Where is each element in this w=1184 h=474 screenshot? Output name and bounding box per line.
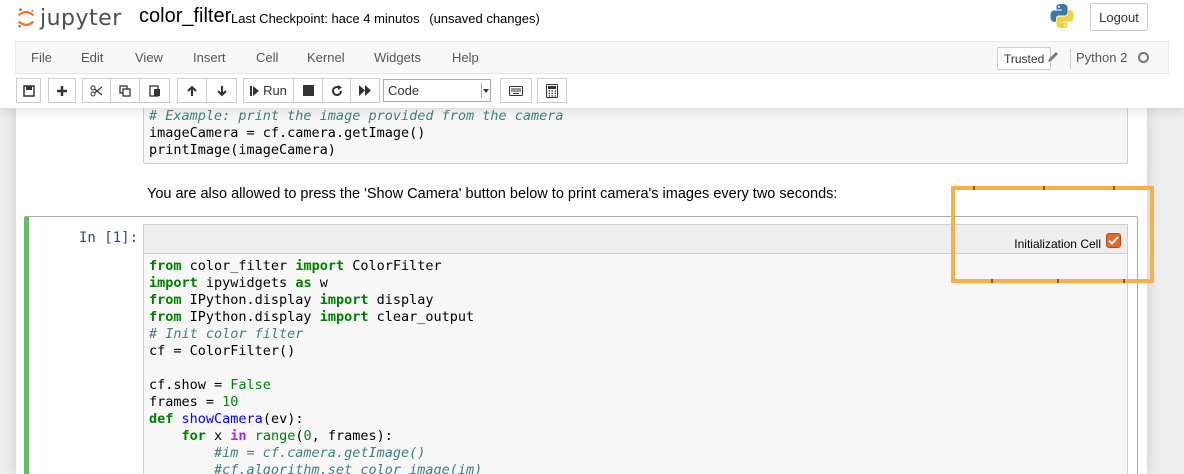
save-button[interactable] xyxy=(16,78,41,103)
trusted-button[interactable]: Trusted xyxy=(997,47,1052,70)
python-logo-icon xyxy=(1050,4,1074,28)
code-line: frames = 10 xyxy=(149,394,239,410)
menu-kernel[interactable]: Kernel xyxy=(307,50,345,65)
code-line: #cf.algorithm.set_color_image(im) xyxy=(149,462,483,474)
kernel-name[interactable]: Python 2 xyxy=(1076,50,1127,65)
calculator-icon xyxy=(546,83,558,98)
initialization-cell-checkbox[interactable] xyxy=(1106,233,1121,248)
run-label: Run xyxy=(263,83,287,98)
edit-pencil-icon[interactable] xyxy=(1046,50,1060,64)
menubar: File Edit View Insert Cell Kernel Widget… xyxy=(15,41,1169,74)
paste-button[interactable] xyxy=(140,78,170,103)
code-editor[interactable]: from color_filter import ColorFilter imp… xyxy=(143,253,1128,474)
insert-cell-button[interactable] xyxy=(48,78,76,103)
notebook-header: jupyter color_filter Last Checkpoint: ha… xyxy=(0,0,1184,108)
kernel-divider xyxy=(1070,49,1071,69)
jupyter-logo[interactable]: jupyter xyxy=(16,3,122,33)
arrow-up-icon xyxy=(187,85,197,96)
code-line: imageCamera = cf.camera.getImage() xyxy=(149,125,426,141)
step-forward-icon xyxy=(250,85,260,96)
scissors-icon xyxy=(90,85,103,96)
arrow-down-icon xyxy=(216,85,227,96)
code-line: printImage(imageCamera) xyxy=(149,142,336,158)
code-line: #im = cf.camera.getImage() xyxy=(149,445,426,461)
cut-button[interactable] xyxy=(82,78,111,103)
code-line: # Init color filter xyxy=(149,326,304,342)
cell-type-value: Code xyxy=(388,83,420,98)
unsaved-indicator: (unsaved changes) xyxy=(429,11,540,26)
previous-code-cell[interactable]: # Example: print the image provided from… xyxy=(143,108,1128,164)
restart-run-all-button[interactable] xyxy=(351,78,380,103)
jupyter-logo-text: jupyter xyxy=(40,5,122,31)
checkpoint-status: Last Checkpoint: hace 4 minutos (unsaved… xyxy=(231,11,540,26)
chevron-down-icon xyxy=(481,83,489,98)
kernel-idle-indicator-icon xyxy=(1138,52,1149,63)
code-line: cf = ColorFilter() xyxy=(149,343,296,359)
calculator-button[interactable] xyxy=(537,78,567,103)
notebook-name[interactable]: color_filter xyxy=(139,5,231,28)
initialization-cell-label: Initialization Cell xyxy=(1014,237,1101,251)
checkpoint-text: Last Checkpoint: hace 4 minutos xyxy=(231,11,420,26)
notebook-container: # Example: print the image provided from… xyxy=(16,108,1147,474)
code-line: from IPython.display import display xyxy=(149,292,434,308)
move-down-button[interactable] xyxy=(207,78,237,103)
command-palette-button[interactable] xyxy=(500,78,532,103)
restart-icon xyxy=(331,84,342,96)
menu-file[interactable]: File xyxy=(31,50,52,65)
copy-icon xyxy=(119,84,131,97)
input-prompt: In [1]: xyxy=(79,230,139,246)
code-line: # Example: print the image provided from… xyxy=(149,108,564,124)
plus-icon xyxy=(57,85,67,96)
menu-insert[interactable]: Insert xyxy=(193,50,226,65)
jupyter-logo-icon xyxy=(17,8,35,28)
run-button[interactable]: Run xyxy=(243,78,294,103)
code-line: cf.show = False xyxy=(149,377,271,393)
menu-edit[interactable]: Edit xyxy=(81,50,103,65)
keyboard-icon xyxy=(509,85,523,96)
checkmark-icon xyxy=(1108,236,1119,245)
move-up-button[interactable] xyxy=(177,78,207,103)
save-icon xyxy=(22,84,35,97)
restart-button[interactable] xyxy=(323,78,351,103)
menu-cell[interactable]: Cell xyxy=(256,50,278,65)
logout-button[interactable]: Logout xyxy=(1090,3,1148,31)
code-line: for x in range(0, frames): xyxy=(181,428,393,444)
main-toolbar: Run Code xyxy=(0,78,1184,104)
code-line: import ipywidgets as w xyxy=(149,275,328,291)
code-line: def showCamera(ev): xyxy=(149,411,304,427)
menu-view[interactable]: View xyxy=(135,50,163,65)
cell-toolbar: Initialization Cell xyxy=(143,224,1128,253)
menu-help[interactable]: Help xyxy=(452,50,479,65)
stop-icon xyxy=(302,85,314,96)
cell-type-select[interactable]: Code xyxy=(383,79,491,102)
interrupt-button[interactable] xyxy=(294,78,323,103)
menu-widgets[interactable]: Widgets xyxy=(374,50,421,65)
code-line: from color_filter import ColorFilter xyxy=(149,258,442,274)
copy-button[interactable] xyxy=(111,78,140,103)
markdown-cell-text[interactable]: You are also allowed to press the 'Show … xyxy=(147,186,837,202)
fast-forward-icon xyxy=(358,85,371,96)
code-line: from IPython.display import clear_output xyxy=(149,309,475,325)
paste-icon xyxy=(148,85,160,97)
